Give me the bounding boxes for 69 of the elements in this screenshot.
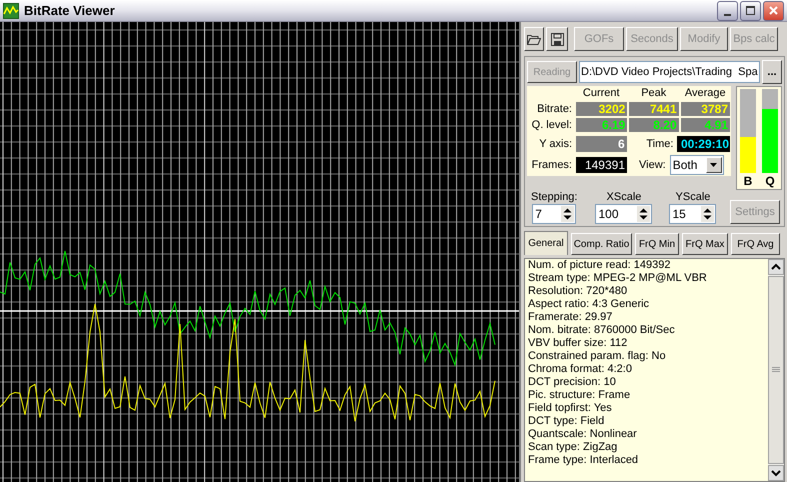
- grip-icon: [772, 367, 780, 373]
- value-display: 3202: [576, 102, 628, 116]
- value-display: 8.20: [629, 118, 679, 132]
- scrollbar[interactable]: [768, 259, 784, 481]
- info-line: Resolution: 720*480: [528, 285, 628, 298]
- path-field[interactable]: D:\DVD Video Projects\Trading Spa: [579, 61, 760, 83]
- field-label: Bitrate:: [536, 102, 573, 117]
- field-label: Time:: [645, 136, 674, 152]
- field-label: Frames:: [530, 158, 573, 173]
- field-label: YScale: [676, 191, 710, 204]
- tab[interactable]: FrQ Max: [682, 233, 728, 255]
- field-label: XScale: [606, 191, 642, 204]
- field-label: View:: [639, 158, 666, 173]
- info-line: Aspect ratio: 4:3 Generic: [528, 298, 650, 311]
- info-line: Chroma format: 4:2:0: [528, 363, 633, 376]
- info-line: Nom. bitrate: 8760000 Bit/Sec: [528, 324, 676, 337]
- window-title: BitRate Viewer: [24, 2, 115, 20]
- info-line: DCT type: Field: [528, 415, 606, 428]
- spin-field[interactable]: 15: [669, 204, 716, 224]
- info-line: Quantscale: Nonlinear: [528, 428, 638, 441]
- spin-field[interactable]: 100: [595, 204, 652, 224]
- info-line: Pic. structure: Frame: [528, 389, 632, 402]
- info-line: Stream type: MPEG-2 MP@ML VBR: [528, 272, 708, 285]
- spin-arrows-icon: [701, 206, 714, 222]
- tab[interactable]: FrQ Avg: [731, 233, 780, 255]
- view-dropdown[interactable]: Both: [670, 155, 724, 175]
- meter-label: B: [744, 174, 752, 188]
- browse-button[interactable]: ...: [762, 60, 782, 84]
- minimize-button[interactable]: [717, 0, 738, 20]
- info-line: Num. of picture read: 149392: [528, 259, 672, 272]
- scroll-down-icon: [768, 465, 784, 481]
- caret-icon: [710, 163, 718, 167]
- tab[interactable]: Comp. Ratio: [571, 233, 632, 255]
- value-display: 4.91: [680, 118, 730, 132]
- field-label: Y axis:: [538, 136, 573, 152]
- maximize-button[interactable]: [740, 0, 761, 20]
- field-label: Q. level:: [530, 118, 573, 133]
- value-display: 6: [576, 136, 627, 152]
- info-line: Scan type: ZigZag: [528, 441, 618, 454]
- field-label: Stepping:: [531, 191, 578, 204]
- scroll-up-icon: [768, 259, 784, 275]
- value-display: 3787: [680, 102, 730, 116]
- info-line: Frame type: Interlaced: [528, 454, 640, 467]
- column-header: Peak: [640, 86, 668, 100]
- info-line: DCT precision: 10: [528, 376, 617, 389]
- close-button[interactable]: [763, 0, 784, 20]
- value-display: 7441: [629, 102, 679, 116]
- save-button[interactable]: [546, 27, 568, 51]
- maximize-icon: [745, 5, 756, 16]
- spin-arrows-icon: [561, 206, 574, 222]
- info-line: Framerate: 29.97: [528, 311, 614, 324]
- time-display: 00:29:10: [677, 136, 730, 152]
- info-line: Field topfirst: Yes: [528, 402, 613, 415]
- spin-arrows-icon: [637, 206, 650, 222]
- close-icon: [768, 5, 779, 16]
- frames-display: 149391: [576, 157, 627, 173]
- tab[interactable]: General: [524, 231, 568, 255]
- open-button[interactable]: [524, 27, 544, 51]
- value-display: 6.19: [576, 118, 628, 132]
- minimize-icon: [724, 14, 731, 16]
- meter-label: Q: [765, 174, 775, 188]
- spin-field[interactable]: 7: [532, 204, 576, 224]
- app-icon: [3, 2, 19, 18]
- column-header: Current: [582, 86, 621, 100]
- info-line: VBV buffer size: 112: [528, 337, 628, 350]
- info-line: Constrained param. flag: No: [528, 350, 667, 363]
- folder-icon: [527, 33, 541, 45]
- tab[interactable]: FrQ Min: [635, 233, 679, 255]
- column-header: Average: [684, 86, 727, 100]
